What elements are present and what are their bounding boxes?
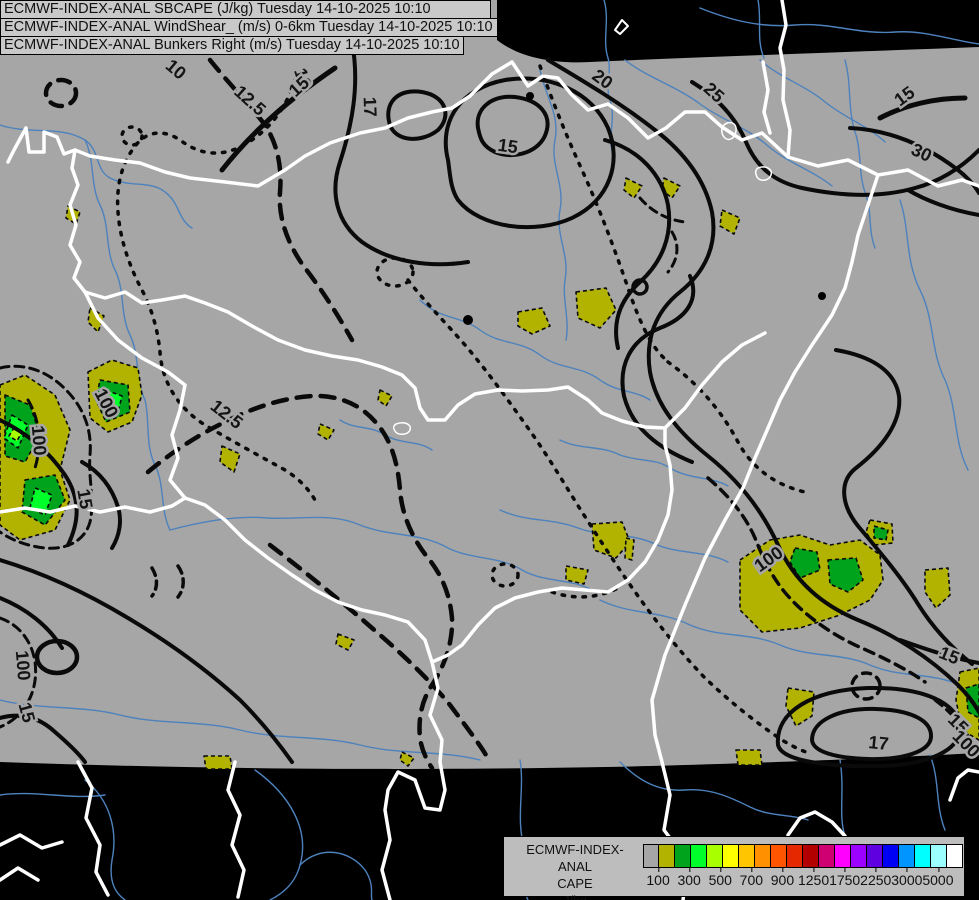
- legend-tick-label: 2250: [860, 867, 892, 888]
- legend-variable-label: CAPE: [557, 876, 593, 891]
- legend-swatch: [835, 844, 851, 868]
- legend-swatch: [691, 844, 707, 868]
- legend-swatch: [947, 844, 963, 868]
- legend-swatch: [867, 844, 883, 868]
- legend-tick-label: 3000: [891, 867, 923, 888]
- legend-swatch: [659, 844, 675, 868]
- legend-tick-label: 300: [677, 867, 701, 888]
- legend-tick-label: 100: [646, 867, 670, 888]
- contour-label: 100: [28, 425, 51, 457]
- legend-swatch: [883, 844, 899, 868]
- legend-swatch: [723, 844, 739, 868]
- legend-swatch: [915, 844, 931, 868]
- legend-swatch: [643, 844, 659, 868]
- legend-swatch: [899, 844, 915, 868]
- contour-label: 17: [868, 732, 890, 754]
- legend-swatch: [707, 844, 723, 868]
- legend-swatch: [851, 844, 867, 868]
- legend-tick-label: 1750: [829, 867, 861, 888]
- contour-label: 100: [12, 650, 35, 682]
- legend-tick-label: 1250: [797, 867, 830, 888]
- contour-label: 15: [497, 135, 520, 158]
- legend-swatch: [803, 844, 819, 868]
- legend-swatch: [771, 844, 787, 868]
- legend-swatch: [739, 844, 755, 868]
- legend-caption: ECMWF-INDEX-ANAL CAPE J/kg: [510, 841, 640, 900]
- contour-label: 17: [360, 96, 381, 117]
- legend-tick-label: 900: [770, 867, 795, 888]
- title-bunkers-right: ECMWF-INDEX-ANAL Bunkers Right (m/s) Tue…: [0, 36, 464, 55]
- cape-legend: ECMWF-INDEX-ANAL CAPE J/kg 100 300 500 700 9…: [503, 836, 965, 900]
- legend-product-label: ECMWF-INDEX-ANAL: [526, 842, 624, 874]
- legend-swatch: [755, 844, 771, 868]
- legend-tick-label: 500: [708, 867, 732, 888]
- title-sbcape: ECMWF-INDEX-ANAL SBCAPE (J/kg) Tuesday 1…: [0, 0, 491, 19]
- legend-tick-label: 5000: [922, 867, 954, 888]
- legend-swatch: [931, 844, 947, 868]
- legend-swatch: [675, 844, 691, 868]
- legend-swatch: [787, 844, 803, 868]
- legend-color-bar: [643, 844, 963, 868]
- legend-units-label: J/kg: [510, 892, 640, 900]
- map-canvas: 101012.5 15171520 25 153012.510010015100151…: [0, 0, 979, 900]
- legend-ticks: 100 300 500 700 900 1250 1750 2250 3000 5000: [643, 867, 965, 892]
- contour-label: 15: [73, 487, 96, 510]
- legend-tick-label: 700: [739, 867, 764, 888]
- legend-swatch: [819, 844, 835, 868]
- title-windshear: ECMWF-INDEX-ANAL WindShear_ (m/s) 0-6km …: [0, 18, 498, 37]
- weather-map-screen: 10 10 12.5 15 17 15 20 25 15 30 12.5 100 100 15 100 15 1…: [0, 0, 979, 900]
